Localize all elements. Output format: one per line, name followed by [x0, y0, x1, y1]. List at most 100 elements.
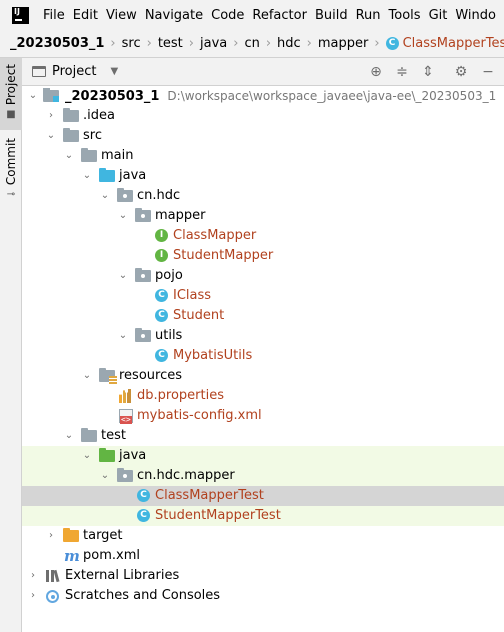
- chevron-down-icon[interactable]: ⌄: [45, 126, 57, 146]
- tree-row-mapper[interactable]: ⌄ mapper: [22, 206, 504, 226]
- menu-window[interactable]: Windo: [451, 8, 500, 23]
- tree-row-utils[interactable]: ⌄ utils: [22, 326, 504, 346]
- expand-all-icon[interactable]: ≑: [394, 64, 410, 80]
- chevron-down-icon[interactable]: ⌄: [99, 186, 111, 206]
- menu-build[interactable]: Build: [311, 8, 352, 23]
- chevron-down-icon[interactable]: ⌄: [63, 426, 75, 446]
- tree-label: db.properties: [137, 388, 224, 403]
- tree-label: main: [101, 148, 134, 163]
- tree-row-main[interactable]: ⌄ main: [22, 146, 504, 166]
- chevron-right-icon: ›: [233, 36, 239, 51]
- tree-row-student-mapper-test[interactable]: C StudentMapperTest: [22, 506, 504, 526]
- tree-row-iclass[interactable]: C IClass: [22, 286, 504, 306]
- tree-row-db-properties[interactable]: db.properties: [22, 386, 504, 406]
- tree-label: target: [83, 528, 123, 543]
- tree-row-class-mapper-test[interactable]: C ClassMapperTest: [22, 486, 504, 506]
- breadcrumb-hdc[interactable]: hdc: [277, 36, 301, 51]
- source-folder-icon: [99, 168, 115, 182]
- intellij-logo-icon: [12, 6, 29, 24]
- tree-label: java: [119, 448, 147, 463]
- project-tool-button[interactable]: Project ■: [0, 58, 22, 130]
- chevron-right-icon: ›: [188, 36, 194, 51]
- package-icon: [135, 268, 151, 282]
- tree-row-project-root[interactable]: ⌄ _20230503_1 D:\workspace\workspace_java…: [22, 86, 504, 106]
- scratches-icon: [46, 590, 59, 603]
- commit-icon: ⊸: [6, 189, 16, 201]
- tree-row-pojo[interactable]: ⌄ pojo: [22, 266, 504, 286]
- breadcrumb-src[interactable]: src: [122, 36, 141, 51]
- tree-row-cn-hdc-mapper[interactable]: ⌄ cn.hdc.mapper: [22, 466, 504, 486]
- chevron-down-icon[interactable]: ⌄: [81, 366, 93, 386]
- chevron-down-icon[interactable]: ⌄: [117, 326, 129, 346]
- folder-icon: [63, 128, 79, 142]
- tree-row-cn-hdc[interactable]: ⌄ cn.hdc: [22, 186, 504, 206]
- chevron-down-icon[interactable]: ▼: [110, 66, 118, 77]
- test-class-icon: C: [137, 489, 150, 502]
- tree-row-resources[interactable]: ⌄ resources: [22, 366, 504, 386]
- module-folder-icon: [43, 88, 59, 102]
- chevron-down-icon[interactable]: ⌄: [63, 146, 75, 166]
- tree-row-src[interactable]: ⌄ src: [22, 126, 504, 146]
- tree-row-student[interactable]: C Student: [22, 306, 504, 326]
- menu-file[interactable]: File: [39, 8, 69, 23]
- minimize-icon[interactable]: −: [480, 64, 496, 80]
- tree-label: .idea: [83, 108, 115, 123]
- breadcrumb-java[interactable]: java: [200, 36, 227, 51]
- project-tool-label: Project: [4, 64, 18, 106]
- tree-row-mybatis-config[interactable]: mybatis-config.xml: [22, 406, 504, 426]
- tree-row-student-mapper[interactable]: I StudentMapper: [22, 246, 504, 266]
- tree-row-external-libraries[interactable]: › External Libraries: [22, 566, 504, 586]
- menu-edit[interactable]: Edit: [69, 8, 102, 23]
- excluded-folder-icon: [63, 528, 79, 542]
- chevron-down-icon[interactable]: ⌄: [117, 266, 129, 286]
- chevron-right-icon[interactable]: ›: [45, 106, 57, 126]
- chevron-down-icon[interactable]: ⌄: [117, 206, 129, 226]
- tree-row-mybatis-utils[interactable]: C MybatisUtils: [22, 346, 504, 366]
- breadcrumb-cn[interactable]: cn: [244, 36, 259, 51]
- folder-icon: [81, 148, 97, 162]
- chevron-down-icon[interactable]: ⌄: [27, 86, 39, 106]
- commit-tool-button[interactable]: Commit ⊸: [0, 138, 22, 202]
- chevron-down-icon[interactable]: ⌄: [81, 446, 93, 466]
- resources-folder-icon: [99, 368, 117, 384]
- chevron-right-icon: ›: [110, 36, 116, 51]
- menu-tools[interactable]: Tools: [385, 8, 425, 23]
- menu-navigate[interactable]: Navigate: [141, 8, 207, 23]
- menu-run[interactable]: Run: [352, 8, 385, 23]
- menu-code[interactable]: Code: [207, 8, 248, 23]
- tree-label: Scratches and Consoles: [65, 588, 221, 603]
- chevron-right-icon[interactable]: ›: [27, 566, 39, 586]
- menu-git[interactable]: Git: [425, 8, 452, 23]
- menu-view[interactable]: View: [102, 8, 141, 23]
- panel-title[interactable]: Project: [52, 64, 96, 79]
- tree-label: src: [83, 128, 102, 143]
- tree-label: test: [101, 428, 126, 443]
- tree-label: resources: [119, 368, 183, 383]
- chevron-down-icon[interactable]: ⌄: [81, 166, 93, 186]
- gear-icon[interactable]: ⚙: [453, 64, 469, 80]
- breadcrumb-root[interactable]: _20230503_1: [10, 36, 104, 51]
- locate-icon[interactable]: ⊕: [368, 64, 384, 80]
- project-window-icon: [32, 66, 46, 77]
- menu-refactor[interactable]: Refactor: [248, 8, 311, 23]
- tree-row-main-java[interactable]: ⌄ java: [22, 166, 504, 186]
- breadcrumb-mapper[interactable]: mapper: [318, 36, 368, 51]
- chevron-right-icon[interactable]: ›: [27, 586, 39, 606]
- breadcrumb-test[interactable]: test: [158, 36, 183, 51]
- chevron-right-icon[interactable]: ›: [45, 526, 57, 546]
- collapse-all-icon[interactable]: ⇕: [420, 64, 436, 80]
- project-path: D:\workspace\workspace_javaee\java-ee\_2…: [167, 89, 497, 103]
- tree-row-target[interactable]: › target: [22, 526, 504, 546]
- package-icon: [135, 328, 151, 342]
- chevron-down-icon[interactable]: ⌄: [99, 466, 111, 486]
- tree-row-idea[interactable]: › .idea: [22, 106, 504, 126]
- tree-label: MybatisUtils: [173, 348, 253, 363]
- tree-row-class-mapper[interactable]: I ClassMapper: [22, 226, 504, 246]
- tree-row-test[interactable]: ⌄ test: [22, 426, 504, 446]
- tree-row-scratches[interactable]: › Scratches and Consoles: [22, 586, 504, 606]
- tree-row-pom[interactable]: m pom.xml: [22, 546, 504, 566]
- tree-row-test-java[interactable]: ⌄ java: [22, 446, 504, 466]
- xml-file-icon: [119, 409, 133, 424]
- tree-label: pojo: [155, 268, 183, 283]
- breadcrumb-current-class[interactable]: ClassMapperTest: [403, 36, 504, 51]
